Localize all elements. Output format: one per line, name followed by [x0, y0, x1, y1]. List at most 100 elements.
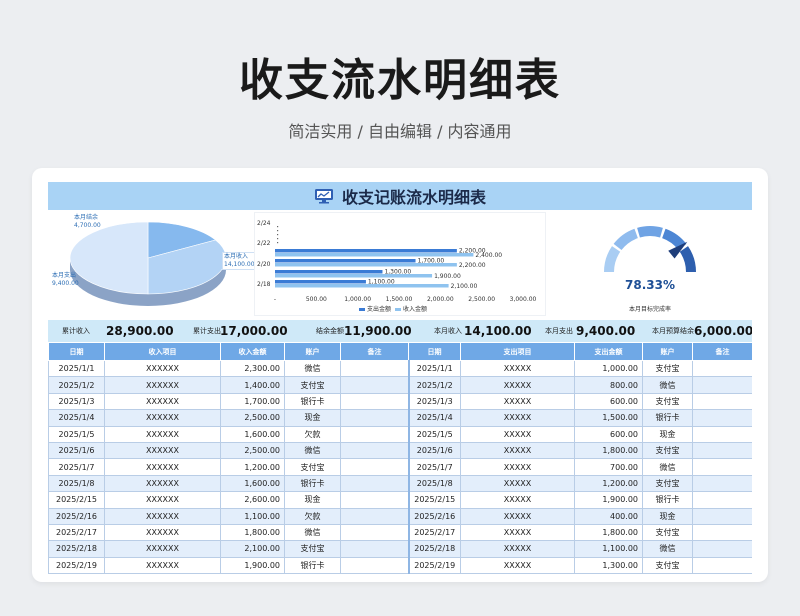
table-cell[interactable]: XXXXXX — [104, 491, 221, 509]
table-cell[interactable] — [692, 556, 752, 575]
table-cell[interactable] — [692, 376, 752, 394]
table-cell[interactable]: 1,800.00 — [574, 523, 643, 542]
table-cell[interactable]: 微信 — [284, 523, 341, 542]
table-cell[interactable]: 2025/1/8 — [48, 474, 105, 493]
table-cell[interactable]: 1,000.00 — [574, 359, 643, 378]
table-cell[interactable]: 微信 — [284, 441, 341, 460]
table-cell[interactable] — [692, 540, 752, 558]
table-cell[interactable]: XXXXX — [460, 409, 575, 427]
table-cell[interactable]: 1,200.00 — [574, 474, 643, 493]
table-cell[interactable]: 2025/2/19 — [407, 556, 461, 575]
table-cell[interactable] — [340, 425, 409, 443]
table-cell[interactable]: XXXXXX — [104, 540, 221, 558]
table-cell[interactable]: 2025/2/17 — [48, 523, 105, 542]
table-cell[interactable]: 1,300.00 — [574, 556, 643, 575]
table-cell[interactable]: 支付宝 — [284, 376, 341, 394]
table-cell[interactable]: 支付宝 — [284, 458, 341, 476]
table-cell[interactable]: 600.00 — [574, 392, 643, 411]
column-header[interactable]: 备注 — [340, 342, 409, 361]
table-cell[interactable]: XXXXXX — [104, 458, 221, 476]
table-cell[interactable]: XXXXX — [460, 392, 575, 411]
table-cell[interactable]: 银行卡 — [642, 409, 693, 427]
table-cell[interactable] — [692, 474, 752, 493]
table-cell[interactable]: 现金 — [642, 507, 693, 525]
table-cell[interactable]: 1,200.00 — [220, 458, 285, 476]
table-cell[interactable]: 2,100.00 — [220, 540, 285, 558]
table-cell[interactable]: XXXXXX — [104, 441, 221, 460]
table-cell[interactable]: 微信 — [642, 458, 693, 476]
table-cell[interactable] — [692, 491, 752, 509]
table-cell[interactable]: 支付宝 — [284, 540, 341, 558]
table-cell[interactable]: 2025/2/15 — [48, 491, 105, 509]
table-cell[interactable]: XXXXX — [460, 474, 575, 493]
table-cell[interactable]: 2025/1/3 — [407, 392, 461, 411]
table-cell[interactable] — [692, 458, 752, 476]
table-cell[interactable]: 2,500.00 — [220, 441, 285, 460]
table-cell[interactable]: 2025/1/2 — [407, 376, 461, 394]
table-cell[interactable]: 支付宝 — [642, 474, 693, 493]
table-cell[interactable]: 支付宝 — [642, 441, 693, 460]
table-cell[interactable] — [340, 556, 409, 575]
table-cell[interactable]: 支付宝 — [642, 359, 693, 378]
table-cell[interactable]: XXXXXX — [104, 425, 221, 443]
table-cell[interactable]: XXXXX — [460, 491, 575, 509]
column-header[interactable]: 账户 — [284, 342, 341, 361]
table-cell[interactable]: 2025/1/7 — [407, 458, 461, 476]
table-cell[interactable]: 微信 — [642, 540, 693, 558]
table-cell[interactable]: 现金 — [284, 491, 341, 509]
column-header[interactable]: 支出金额 — [574, 342, 643, 361]
table-cell[interactable]: 现金 — [642, 425, 693, 443]
column-header[interactable]: 日期 — [408, 342, 461, 361]
table-cell[interactable] — [340, 441, 409, 460]
table-cell[interactable]: XXXXXX — [104, 409, 221, 427]
table-cell[interactable] — [340, 540, 409, 558]
table-cell[interactable] — [340, 392, 409, 411]
table-cell[interactable]: 微信 — [642, 376, 693, 394]
table-cell[interactable]: XXXXXX — [104, 523, 221, 542]
table-cell[interactable]: XXXXX — [460, 507, 575, 525]
table-cell[interactable]: 2025/1/5 — [48, 425, 105, 443]
table-cell[interactable] — [692, 359, 752, 378]
table-cell[interactable]: 700.00 — [574, 458, 643, 476]
table-cell[interactable]: XXXXX — [460, 425, 575, 443]
table-cell[interactable]: 2025/2/19 — [48, 556, 105, 575]
table-cell[interactable]: 1,600.00 — [220, 425, 285, 443]
table-cell[interactable]: 2025/2/16 — [407, 507, 461, 525]
table-cell[interactable]: 欠款 — [284, 507, 341, 525]
table-cell[interactable]: 支付宝 — [642, 392, 693, 411]
table-cell[interactable]: XXXXX — [460, 458, 575, 476]
table-cell[interactable]: 欠款 — [284, 425, 341, 443]
table-cell[interactable] — [692, 507, 752, 525]
column-header[interactable]: 备注 — [692, 342, 752, 361]
table-cell[interactable]: XXXXX — [460, 376, 575, 394]
table-cell[interactable]: 2025/1/6 — [407, 441, 461, 460]
table-cell[interactable] — [692, 425, 752, 443]
column-header[interactable]: 账户 — [642, 342, 693, 361]
table-cell[interactable]: XXXXX — [460, 523, 575, 542]
table-cell[interactable]: 2025/1/3 — [48, 392, 105, 411]
table-cell[interactable]: 1,900.00 — [574, 491, 643, 509]
table-cell[interactable]: 2025/1/7 — [48, 458, 105, 476]
table-cell[interactable]: 2025/2/16 — [48, 507, 105, 525]
table-cell[interactable]: 银行卡 — [284, 474, 341, 493]
table-cell[interactable]: 2025/1/1 — [48, 359, 105, 378]
table-cell[interactable]: XXXXX — [460, 540, 575, 558]
column-header[interactable]: 收入金额 — [220, 342, 285, 361]
table-cell[interactable]: 支付宝 — [642, 556, 693, 575]
column-header[interactable]: 支出项目 — [460, 342, 575, 361]
table-cell[interactable]: XXXXXX — [104, 376, 221, 394]
table-cell[interactable]: XXXXX — [460, 556, 575, 575]
table-cell[interactable]: XXXXXX — [104, 507, 221, 525]
table-cell[interactable] — [340, 458, 409, 476]
table-cell[interactable]: 2,300.00 — [220, 359, 285, 378]
table-cell[interactable]: 2025/2/17 — [407, 523, 461, 542]
table-cell[interactable]: 支付宝 — [642, 523, 693, 542]
table-cell[interactable]: 银行卡 — [642, 491, 693, 509]
table-cell[interactable]: 1,100.00 — [220, 507, 285, 525]
table-cell[interactable] — [340, 359, 409, 378]
table-cell[interactable]: 800.00 — [574, 376, 643, 394]
table-cell[interactable]: 400.00 — [574, 507, 643, 525]
table-cell[interactable]: 银行卡 — [284, 392, 341, 411]
table-cell[interactable]: 2025/1/6 — [48, 441, 105, 460]
table-cell[interactable]: XXXXXX — [104, 556, 221, 575]
